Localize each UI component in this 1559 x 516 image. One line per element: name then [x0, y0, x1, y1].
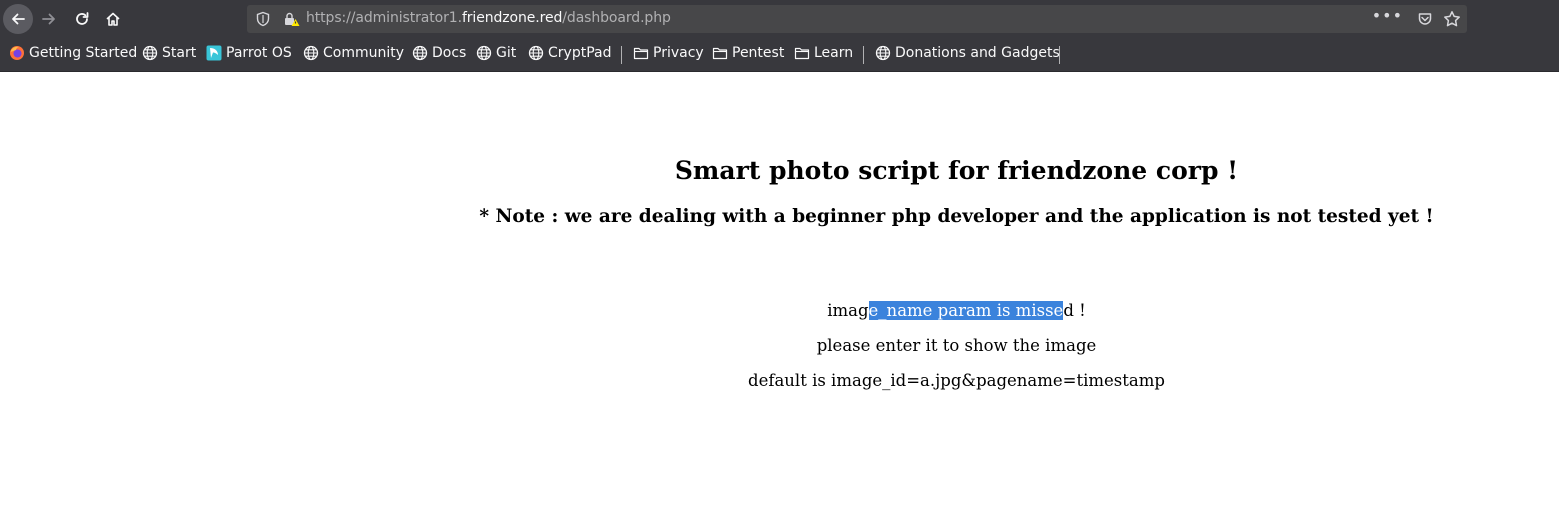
address-bar[interactable]: https://administrator1.friendzone.red/da… [247, 5, 1467, 33]
missing-param-message: image_name param is missed ! [0, 301, 1559, 320]
bookmark-donations-and-gadgets[interactable]: Donations and Gadgets [875, 45, 1060, 61]
url-path: /dashboard.php [562, 10, 671, 26]
arrow-right-icon [42, 13, 55, 25]
bookmark-label: Git [496, 45, 517, 61]
bookmark-label: Privacy [653, 45, 704, 61]
folder-icon [633, 47, 649, 60]
browser-chrome: https://administrator1.friendzone.red/da… [0, 0, 1559, 72]
default-hint-text: default is image_id=a.jpg&pagename=times… [748, 371, 1165, 390]
bookmark-label: Getting Started [29, 45, 138, 61]
bookmark-parrot-os[interactable]: Parrot OS [206, 45, 292, 61]
bookmarks-toolbar: Getting Started Start Parrot OS Communit… [0, 41, 1559, 69]
bookmark-folder-pentest[interactable]: Pentest [712, 45, 784, 61]
insecure-lock-icon[interactable] [283, 11, 301, 27]
forward-button[interactable] [34, 4, 64, 34]
globe-icon [528, 45, 544, 61]
bookmark-separator [1059, 46, 1060, 64]
selected-text: e_name param is misse [868, 301, 1064, 320]
message-text-start: imag [827, 301, 869, 320]
page-content: Smart photo script for friendzone corp !… [0, 72, 1559, 516]
arrow-left-icon [12, 13, 25, 25]
bookmark-community[interactable]: Community [303, 45, 404, 61]
bookmark-cryptpad[interactable]: CryptPad [528, 45, 611, 61]
bookmark-label: Learn [814, 45, 854, 61]
bookmark-docs[interactable]: Docs [412, 45, 466, 61]
pocket-icon[interactable] [1417, 11, 1433, 27]
globe-icon [142, 45, 158, 61]
home-button[interactable] [98, 4, 128, 34]
globe-icon [412, 45, 428, 61]
bookmark-getting-started[interactable]: Getting Started [9, 45, 137, 61]
folder-icon [794, 47, 810, 60]
tracking-shield-icon[interactable] [255, 11, 271, 27]
bookmark-start[interactable]: Start [142, 45, 196, 61]
firefox-icon [10, 46, 24, 60]
bookmark-star-icon[interactable] [1443, 10, 1461, 28]
bookmark-label: Pentest [732, 45, 785, 61]
url-host: friendzone.red [461, 10, 563, 26]
home-icon [106, 12, 120, 26]
bookmark-label: Docs [432, 45, 467, 61]
reload-icon [76, 12, 89, 25]
bookmark-separator [863, 46, 864, 64]
bookmark-label: CryptPad [548, 45, 612, 61]
globe-icon [476, 45, 492, 61]
bookmark-label: Parrot OS [226, 45, 292, 61]
bookmark-git[interactable]: Git [476, 45, 516, 61]
back-button[interactable] [3, 4, 33, 34]
url-prefix: https://administrator1. [306, 10, 462, 26]
page-actions-button[interactable]: ••• [1372, 6, 1403, 25]
message-text-end: d ! [1063, 301, 1086, 320]
globe-icon [875, 45, 891, 61]
bookmark-label: Donations and Gadgets [895, 45, 1060, 61]
developer-note: * Note : we are dealing with a beginner … [479, 206, 1434, 227]
bookmark-separator [621, 46, 622, 64]
page-title: Smart photo script for friendzone corp ! [674, 156, 1239, 185]
bookmark-label: Community [323, 45, 405, 61]
url-text[interactable]: https://administrator1.friendzone.red/da… [306, 10, 671, 26]
instruction-text: please enter it to show the image [816, 336, 1097, 355]
reload-button[interactable] [67, 4, 97, 34]
bookmark-label: Start [162, 45, 197, 61]
navigation-toolbar: https://administrator1.friendzone.red/da… [0, 0, 1559, 38]
folder-icon [712, 47, 728, 60]
bookmark-folder-learn[interactable]: Learn [794, 45, 853, 61]
bookmark-folder-privacy[interactable]: Privacy [633, 45, 704, 61]
parrot-icon [206, 45, 222, 61]
globe-icon [303, 45, 319, 61]
